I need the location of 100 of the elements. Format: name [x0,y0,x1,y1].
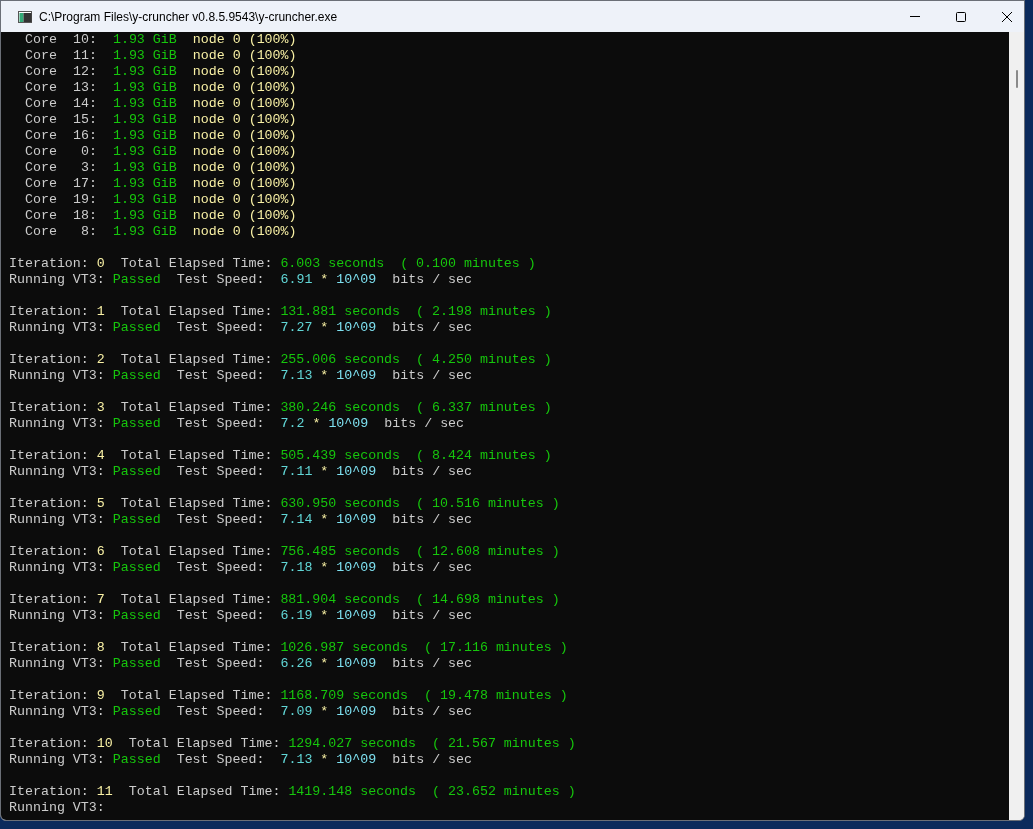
test-result: Passed [112,752,161,768]
elapsed-label: Total Elapsed Time: [128,736,281,752]
elapsed-seconds: 630.950 seconds [280,496,401,512]
speed-label: Test Speed: [176,416,265,432]
iteration-number: 4 [96,448,105,464]
iteration-number: 7 [96,592,105,608]
speed-unit: bits / sec [392,656,473,672]
core-label: Core [25,64,57,80]
iteration-number: 6 [96,544,105,560]
speed-exponent: 10^09 [336,608,377,624]
test-label: Running VT3: [9,608,105,624]
elapsed-minutes: ( 17.116 minutes ) [424,640,568,656]
node-share: (100%) [248,48,297,64]
speed-unit: bits / sec [392,512,473,528]
times-sign: * [320,464,329,480]
core-label: Core [25,144,57,160]
speed-unit: bits / sec [384,416,465,432]
memory-size: 1.93 GiB [112,128,177,144]
elapsed-minutes: ( 2.198 minutes ) [416,304,552,320]
elapsed-minutes: ( 6.337 minutes ) [416,400,552,416]
node-label: node 0 [192,32,241,48]
core-number: 17: [72,176,97,192]
test-result: Passed [112,512,161,528]
elapsed-seconds: 881.904 seconds [280,592,401,608]
speed-exponent: 10^09 [336,560,377,576]
core-label: Core [25,32,57,48]
speed-label: Test Speed: [176,704,265,720]
elapsed-minutes: ( 21.567 minutes ) [432,736,576,752]
speed-unit: bits / sec [392,272,473,288]
node-share: (100%) [248,80,297,96]
core-number: 12: [72,64,97,80]
speed-unit: bits / sec [392,320,473,336]
test-result: Passed [112,416,161,432]
speed-unit: bits / sec [392,464,473,480]
elapsed-seconds: 1026.987 seconds [280,640,409,656]
elapsed-seconds: 1168.709 seconds [280,688,409,704]
elapsed-minutes: ( 19.478 minutes ) [424,688,568,704]
speed-value: 7.13 [280,368,313,384]
test-result: Passed [112,320,161,336]
core-number: 3: [79,160,97,176]
node-label: node 0 [192,144,241,160]
node-label: node 0 [192,176,241,192]
node-share: (100%) [248,176,297,192]
core-number: 10: [72,32,97,48]
speed-unit: bits / sec [392,752,473,768]
speed-value: 7.2 [280,416,305,432]
speed-value: 7.09 [280,704,313,720]
elapsed-label: Total Elapsed Time: [120,304,273,320]
scrollbar[interactable] [1009,32,1024,820]
node-label: node 0 [192,112,241,128]
test-label: Running VT3: [9,272,105,288]
iteration-label: Iteration: [9,496,89,512]
times-sign: * [320,752,329,768]
iteration-number: 10 [96,736,113,752]
elapsed-minutes: ( 14.698 minutes ) [416,592,560,608]
elapsed-seconds: 380.246 seconds [280,400,401,416]
memory-size: 1.93 GiB [112,144,177,160]
core-number: 8: [79,224,97,240]
times-sign: * [320,656,329,672]
test-label: Running VT3: [9,560,105,576]
memory-size: 1.93 GiB [112,192,177,208]
speed-value: 7.13 [280,752,313,768]
speed-label: Test Speed: [176,656,265,672]
memory-size: 1.93 GiB [112,32,177,48]
memory-size: 1.93 GiB [112,96,177,112]
memory-size: 1.93 GiB [112,80,177,96]
speed-exponent: 10^09 [336,656,377,672]
elapsed-label: Total Elapsed Time: [120,400,273,416]
speed-label: Test Speed: [176,368,265,384]
test-result: Passed [112,704,161,720]
speed-exponent: 10^09 [336,752,377,768]
test-label: Running VT3: [9,752,105,768]
speed-label: Test Speed: [176,272,265,288]
speed-exponent: 10^09 [336,368,377,384]
speed-label: Test Speed: [176,752,265,768]
memory-size: 1.93 GiB [112,160,177,176]
speed-unit: bits / sec [392,560,473,576]
elapsed-label: Total Elapsed Time: [128,784,281,800]
times-sign: * [320,368,329,384]
speed-label: Test Speed: [176,464,265,480]
elapsed-seconds: 1419.148 seconds [288,784,417,800]
elapsed-seconds: 131.881 seconds [280,304,401,320]
node-label: node 0 [192,48,241,64]
core-label: Core [25,96,57,112]
speed-value: 7.11 [280,464,313,480]
speed-exponent: 10^09 [336,272,377,288]
speed-label: Test Speed: [176,608,265,624]
times-sign: * [320,320,329,336]
iteration-label: Iteration: [9,400,89,416]
core-number: 11: [72,48,97,64]
core-number: 15: [72,112,97,128]
elapsed-minutes: ( 4.250 minutes ) [416,352,552,368]
core-label: Core [25,160,57,176]
elapsed-minutes: ( 10.516 minutes ) [416,496,560,512]
node-share: (100%) [248,160,297,176]
elapsed-seconds: 756.485 seconds [280,544,401,560]
core-label: Core [25,48,57,64]
scrollbar-thumb[interactable] [1015,70,1018,88]
node-share: (100%) [248,112,297,128]
times-sign: * [320,272,329,288]
